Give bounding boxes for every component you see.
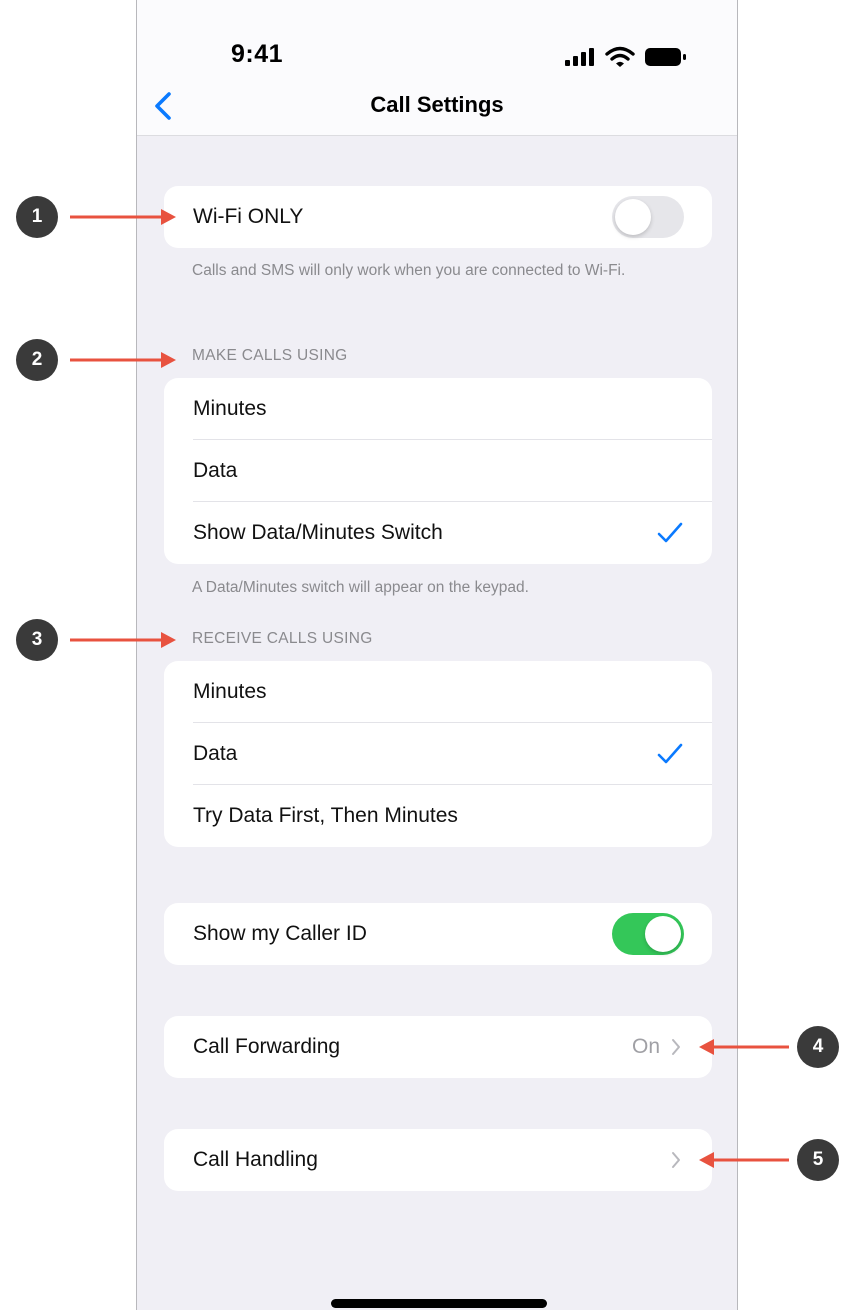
make-calls-option-data[interactable]: Data: [164, 440, 712, 502]
toggle-knob: [615, 199, 651, 235]
phone-screen: 9:41 Call Settings Wi-Fi ONLY Calls and …: [136, 0, 738, 1310]
option-label: Minutes: [193, 397, 267, 420]
receive-calls-header: RECEIVE CALLS USING: [192, 630, 373, 647]
receive-calls-option-minutes[interactable]: Minutes: [164, 661, 712, 723]
annotation-arrow-left: [699, 1152, 789, 1168]
make-calls-footnote: A Data/Minutes switch will appear on the…: [192, 579, 529, 596]
call-forwarding-label: Call Forwarding: [193, 1035, 341, 1058]
chevron-right-icon: [672, 1039, 680, 1055]
option-label: Data: [193, 459, 238, 482]
top-bar: 9:41 Call Settings: [137, 0, 737, 136]
status-icons: [565, 46, 695, 68]
make-calls-option-switch[interactable]: Show Data/Minutes Switch: [164, 502, 712, 564]
annotation-badge-5: 5: [797, 1139, 839, 1181]
receive-calls-option-data[interactable]: Data: [164, 723, 712, 785]
option-label: Show Data/Minutes Switch: [193, 521, 443, 544]
page-title: Call Settings: [370, 92, 504, 117]
make-calls-header: MAKE CALLS USING: [192, 347, 348, 364]
annotation-badge-2: 2: [16, 339, 58, 381]
checkmark-icon: [657, 522, 683, 543]
caller-id-label: Show my Caller ID: [193, 922, 367, 945]
home-indicator: [331, 1299, 547, 1308]
annotation-arrow-right: [70, 352, 176, 368]
chevron-right-icon: [672, 1152, 680, 1168]
annotation-badge-3: 3: [16, 619, 58, 661]
call-handling-card: Call Handling: [164, 1129, 712, 1191]
option-label: Try Data First, Then Minutes: [193, 804, 458, 827]
caller-id-toggle[interactable]: [612, 913, 684, 955]
receive-calls-option-try-data-first[interactable]: Try Data First, Then Minutes: [164, 785, 712, 847]
option-label: Minutes: [193, 680, 267, 703]
call-forwarding-value: On: [631, 1035, 660, 1058]
annotation-arrow-right: [70, 209, 176, 225]
wifi-only-toggle[interactable]: [612, 196, 684, 238]
wifi-only-card: Wi-Fi ONLY: [164, 186, 712, 248]
wifi-only-footnote: Calls and SMS will only work when you ar…: [192, 262, 626, 279]
wifi-only-row: Wi-Fi ONLY: [164, 186, 712, 248]
checkmark-icon: [657, 743, 683, 764]
make-calls-card: Minutes Data Show Data/Minutes Switch: [164, 378, 712, 564]
receive-calls-card: Minutes Data Try Data First, Then Minute…: [164, 661, 712, 847]
caller-id-row: Show my Caller ID: [164, 903, 712, 965]
battery-icon: [645, 48, 686, 66]
annotation-badge-4: 4: [797, 1026, 839, 1068]
annotation-badge-1: 1: [16, 196, 58, 238]
call-forwarding-card: Call Forwarding On: [164, 1016, 712, 1078]
call-forwarding-row[interactable]: Call Forwarding On: [164, 1016, 712, 1078]
toggle-knob: [645, 916, 681, 952]
signal-icon: [565, 48, 594, 66]
status-time: 9:41: [231, 40, 284, 68]
annotation-arrow-right: [70, 632, 176, 648]
make-calls-option-minutes[interactable]: Minutes: [164, 378, 712, 440]
caller-id-card: Show my Caller ID: [164, 903, 712, 965]
call-handling-row[interactable]: Call Handling: [164, 1129, 712, 1191]
wifi-icon: [605, 46, 635, 67]
wifi-only-label: Wi-Fi ONLY: [193, 205, 304, 228]
annotation-arrow-left: [699, 1039, 789, 1055]
option-label: Data: [193, 742, 238, 765]
call-handling-label: Call Handling: [193, 1148, 318, 1171]
